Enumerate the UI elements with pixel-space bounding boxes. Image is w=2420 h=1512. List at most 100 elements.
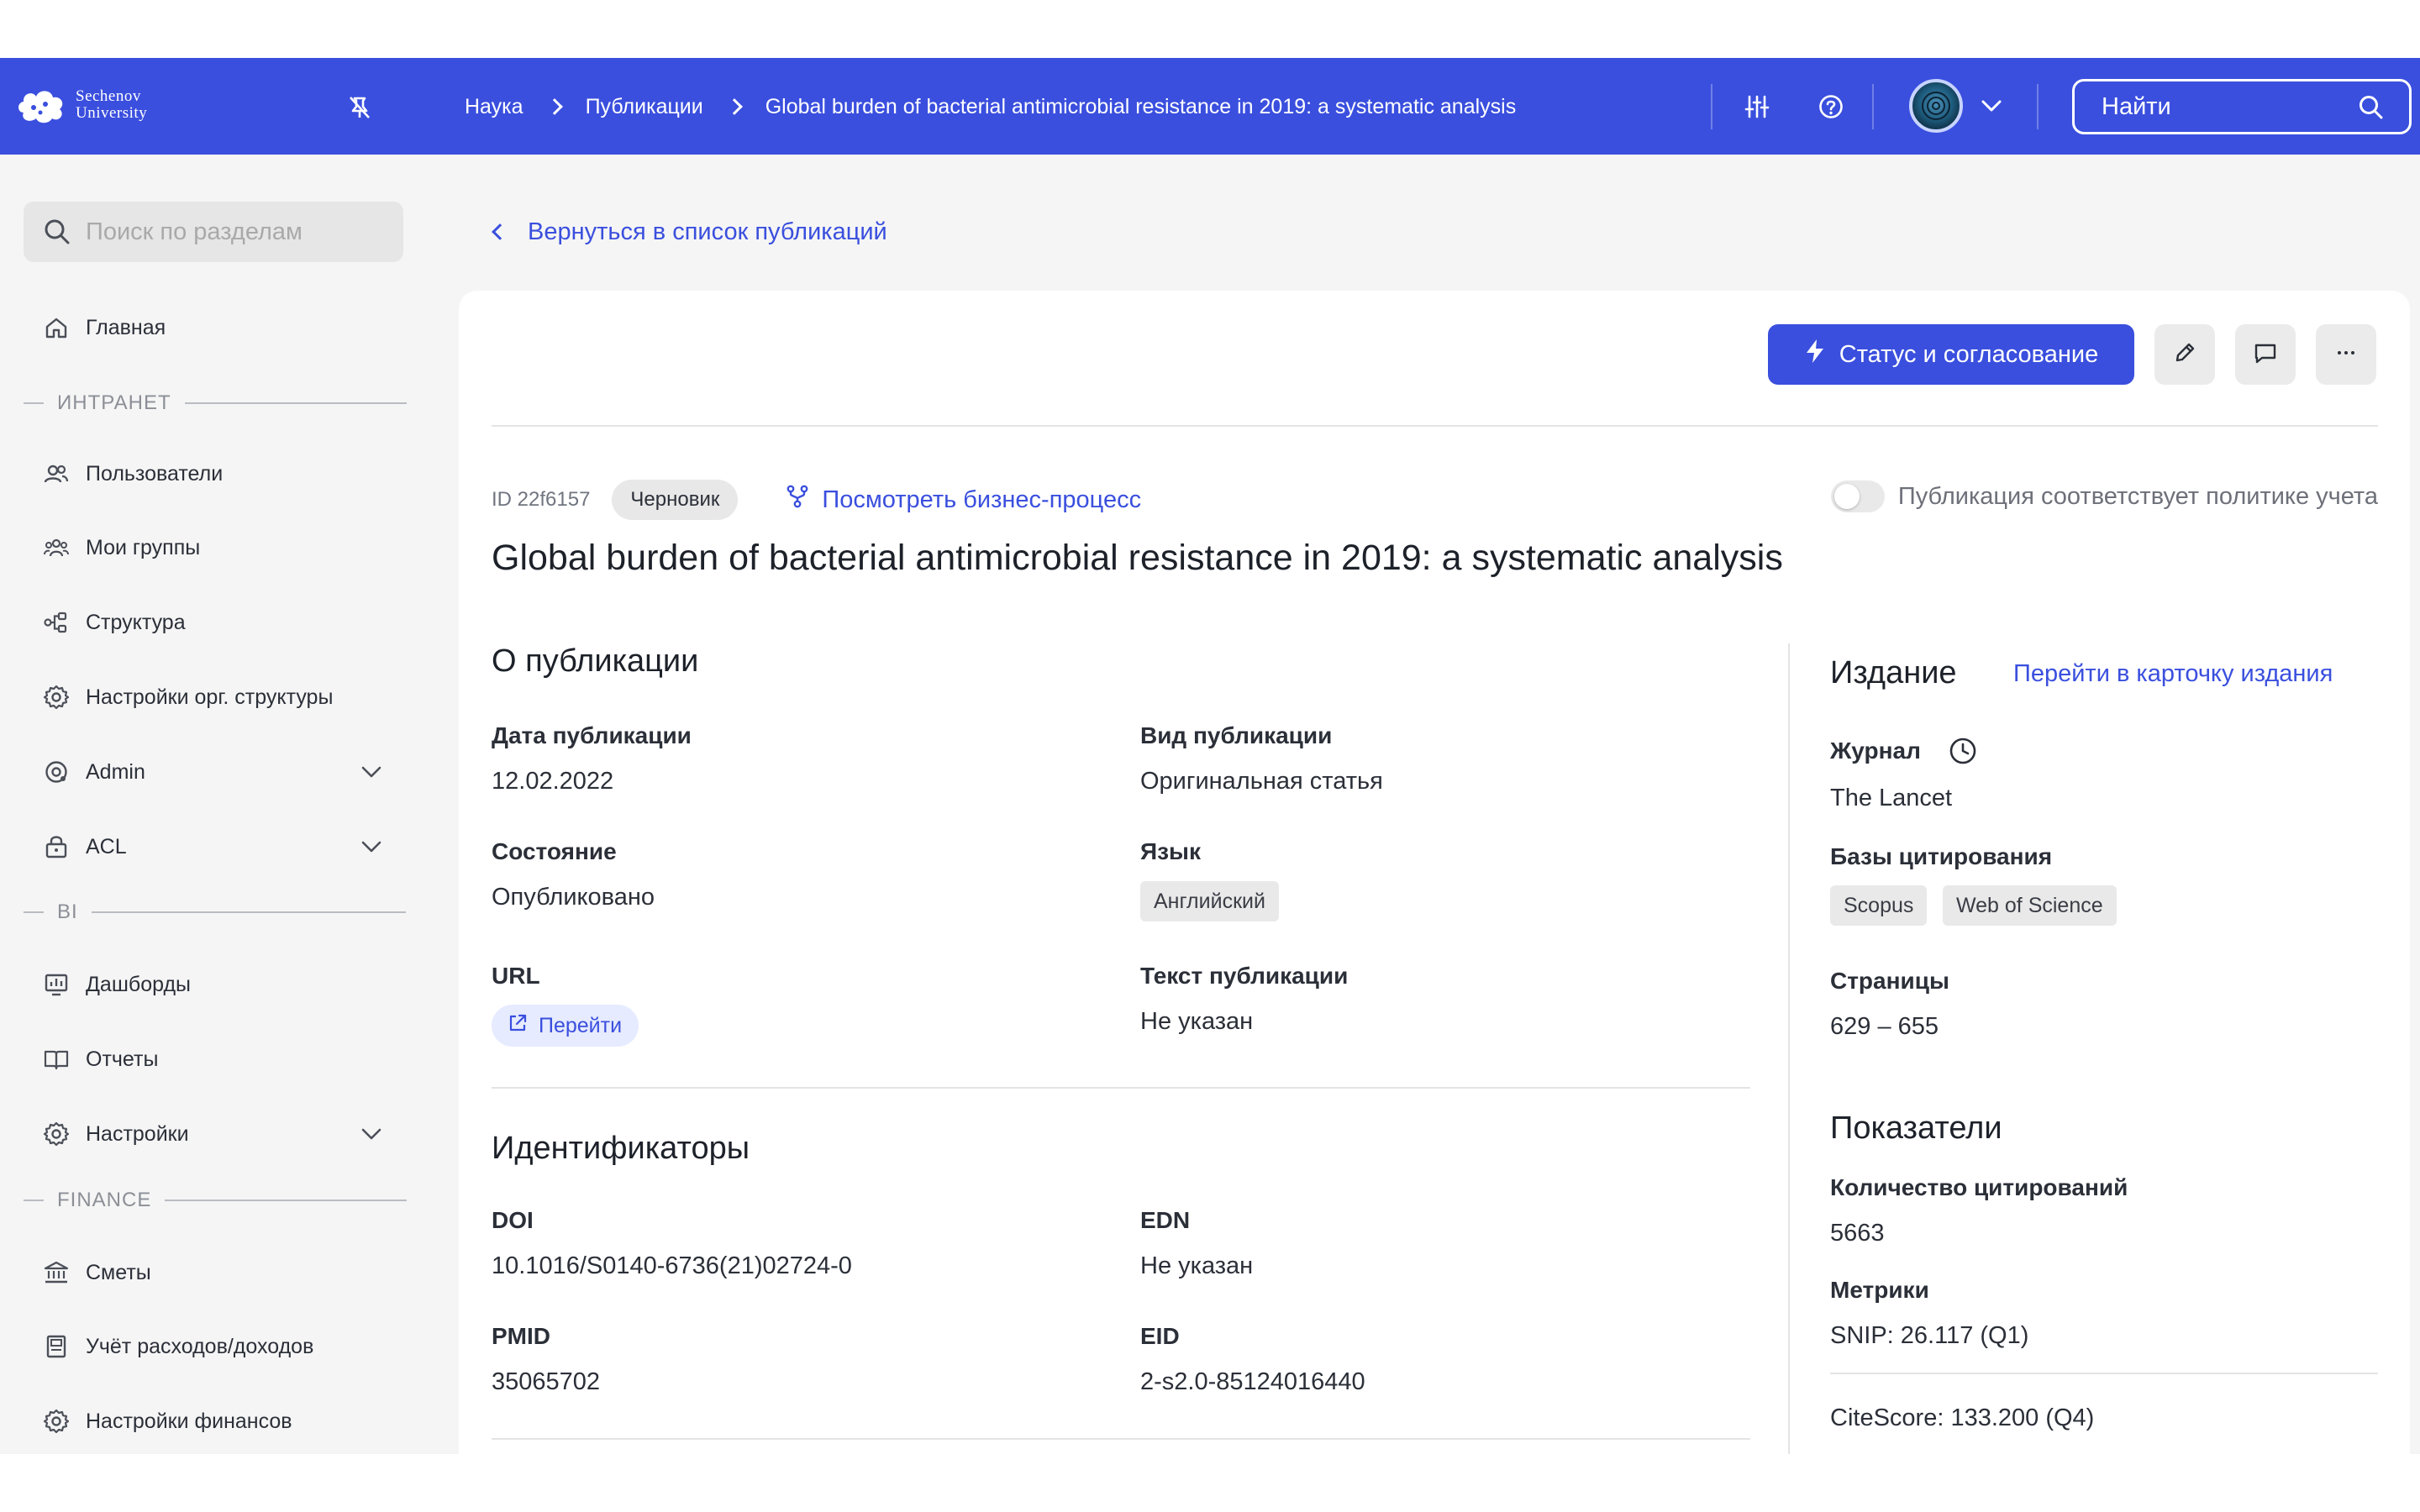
sidebar-item-admin[interactable]: Admin [42,753,395,790]
language-label: Язык [1140,838,1201,864]
metrics-label: Метрики [1830,1277,1929,1303]
users-icon [42,459,71,488]
pub-date-value: 12.02.2022 [492,768,614,795]
sidebar-search-placeholder: Поиск по разделам [86,218,302,245]
ledger-icon [42,1332,71,1361]
status-approval-button[interactable]: Статус и согласование [1768,324,2134,385]
sidebar: Поиск по разделам Главная ИНТРАНЕТ Польз… [0,155,459,1454]
sidebar-item-acl[interactable]: ACL [42,828,127,865]
citation-db-label: Базы цитирования [1830,843,2053,869]
workflow-branch-icon [785,484,810,516]
publication-title: Global burden of bacterial antimicrobial… [492,538,1783,578]
sidebar-item-label: Сметы [86,1260,151,1284]
sidebar-item-label: ACL [86,834,127,858]
reports-book-icon [42,1045,71,1074]
back-link-label: Вернуться в список публикаций [528,218,887,245]
go-to-edition-card-link[interactable]: Перейти в карточку издания [2013,660,2333,688]
logo-line-2: University [76,104,148,122]
bi-settings-chevron-down-icon[interactable] [360,1116,383,1152]
admin-gear-icon [42,758,71,786]
header-actions-divider [492,425,2378,427]
citations-count-label: Количество цитирований [1830,1174,2128,1200]
admin-chevron-down-icon[interactable] [360,753,383,790]
account-menu-chevron-down-icon[interactable] [1980,97,2003,118]
pmid-value: 35065702 [492,1368,601,1395]
citations-count-value: 5663 [1830,1220,1885,1247]
url-open-link[interactable]: Перейти [492,1005,639,1047]
section-label-intranet: ИНТРАНЕТ [24,391,407,416]
user-avatar[interactable] [1909,79,1963,133]
sidebar-item-my-groups[interactable]: Мои группы [42,529,200,566]
help-icon[interactable] [1813,89,1849,124]
pub-text-value: Не указан [1140,1008,1254,1035]
back-to-publications-link[interactable]: Вернуться в список публикаций [489,215,887,249]
sidebar-search-input[interactable]: Поиск по разделам [24,202,403,262]
view-business-process-link[interactable]: Посмотреть бизнес-процесс [785,484,1141,516]
status-badge: Черновик [612,480,739,520]
sidebar-item-label: Отчеты [86,1047,159,1071]
pub-type-value: Оригинальная статья [1140,768,1383,795]
comments-button[interactable] [2235,324,2296,385]
identifiers-section-title: Идентификаторы [492,1131,750,1166]
citation-db-chip: Scopus [1830,885,1928,926]
acl-chevron-down-icon[interactable] [360,828,383,865]
edit-button[interactable] [2154,324,2215,385]
section-divider [492,1087,1750,1089]
eid-label: EID [1140,1323,1180,1349]
section-label-finance: FINANCE [24,1188,408,1213]
logo-line-1: Sechenov [76,87,141,105]
eid-value: 2-s2.0-85124016440 [1140,1368,1365,1395]
sidebar-item-estimates[interactable]: Сметы [42,1254,151,1291]
pub-type-label: Вид публикации [1140,722,1333,748]
history-clock-icon[interactable] [1948,736,1978,770]
status-approval-label: Статус и согласование [1839,340,2099,368]
breadcrumb: Наука Публикации Global burden of bacter… [465,90,1516,123]
state-value: Опубликовано [492,884,655,911]
sidebar-item-home[interactable]: Главная [42,309,166,346]
pub-text-label: Текст публикации [1140,963,1349,989]
header-divider [1872,84,1874,129]
gear-icon [42,1120,71,1148]
breadcrumb-item-publications[interactable]: Публикации [586,95,703,119]
bottom-strip [0,1454,2420,1512]
home-icon [42,313,71,342]
sidebar-item-org-settings[interactable]: Настройки орг. структуры [42,679,333,716]
sidebar-item-bi-settings[interactable]: Настройки [42,1116,189,1152]
top-strip [0,0,2420,58]
sidebar-item-users[interactable]: Пользователи [42,455,223,492]
filters-sliders-icon[interactable] [1739,89,1775,124]
sidebar-item-accounting[interactable]: Учёт расходов/доходов [42,1328,313,1365]
citescore-value: CiteScore: 133.200 (Q4) [1830,1404,2095,1431]
breadcrumb-chevron-icon [545,98,563,115]
global-search-input[interactable]: Найти [2072,79,2412,134]
sidebar-item-reports[interactable]: Отчеты [42,1041,158,1078]
language-chip: Английский [1140,881,1279,921]
sidebar-item-label: Дашборды [86,972,191,996]
state-label: Состояние [492,838,617,864]
bank-icon [42,1258,71,1287]
unpin-sidebar-icon[interactable] [343,91,376,124]
comment-icon [2252,339,2279,370]
policy-compliance-toggle[interactable]: Публикация соответствует политике учета [1830,480,2378,512]
more-actions-button[interactable] [2316,324,2376,385]
toggle-switch[interactable] [1830,480,1885,512]
journal-label: Журнал [1830,738,1921,764]
sidebar-item-label: Настройки орг. структуры [86,685,334,709]
sidebar-item-structure[interactable]: Структура [42,604,186,641]
breadcrumb-item-science[interactable]: Наука [465,95,523,119]
business-process-label: Посмотреть бизнес-процесс [822,486,1142,513]
policy-toggle-label: Публикация соответствует политике учета [1897,482,2378,510]
university-logo[interactable]: Sechenov University [15,84,147,126]
logo-emblem-icon [15,84,67,126]
sidebar-item-label: Учёт расходов/доходов [86,1334,314,1358]
pmid-label: PMID [492,1323,550,1349]
doi-label: DOI [492,1207,534,1233]
sidebar-item-finance-settings[interactable]: Настройки финансов [42,1403,292,1440]
sidebar-item-dashboards[interactable]: Дашборды [42,966,191,1003]
sidebar-item-label: Структура [86,610,186,634]
logo-text: Sechenov University [76,88,147,122]
edn-value: Не указан [1140,1252,1254,1279]
doi-value: 10.1016/S0140-6736(21)02724-0 [492,1252,852,1279]
breadcrumb-chevron-icon [725,98,743,115]
search-icon[interactable] [2357,93,2386,129]
